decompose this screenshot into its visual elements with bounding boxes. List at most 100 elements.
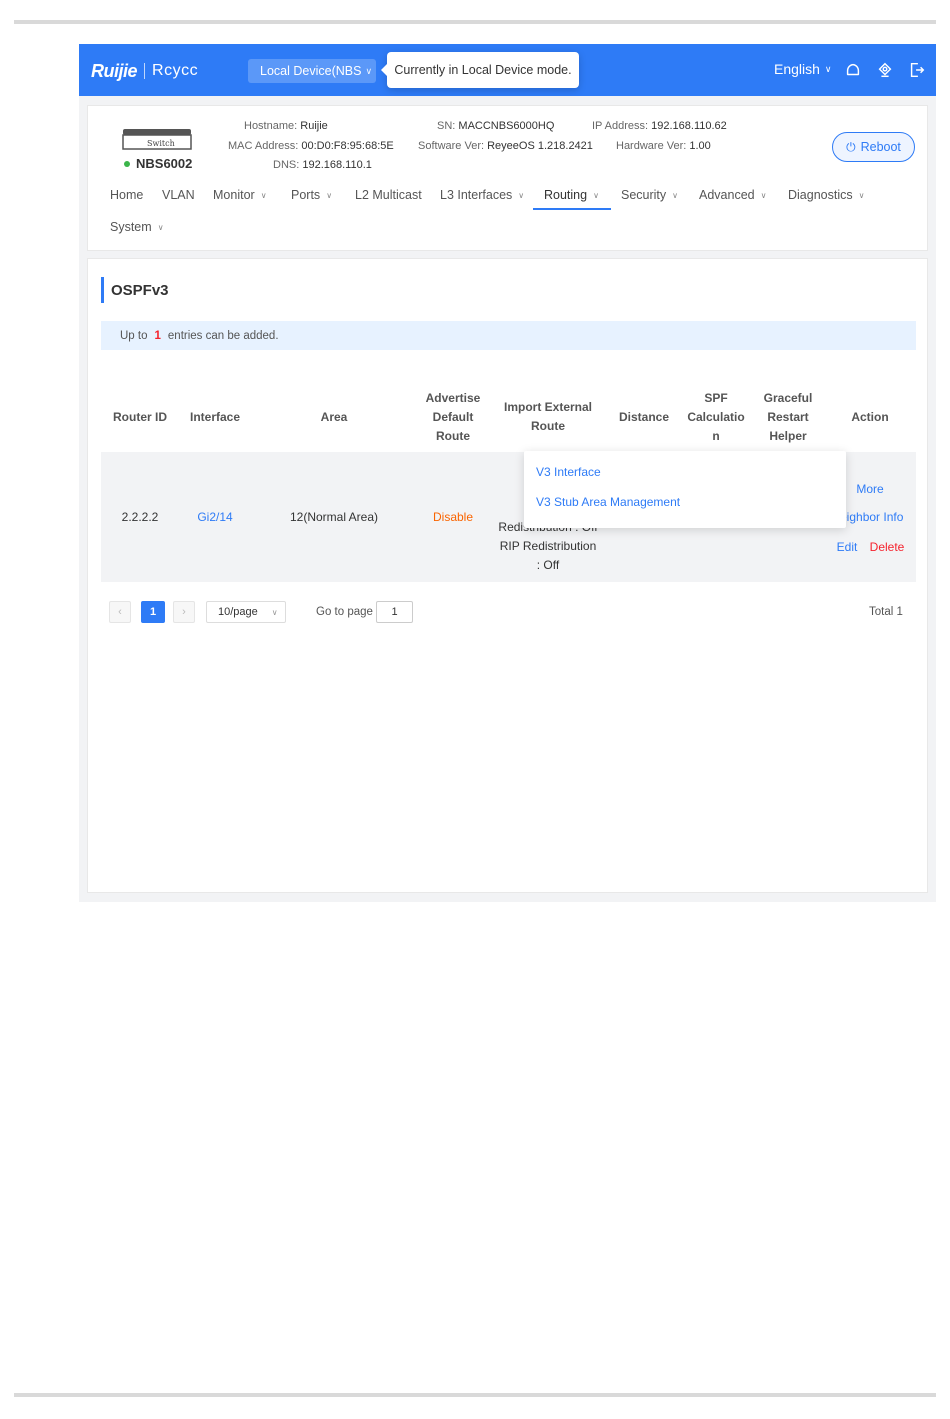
goto-page-input[interactable]: 1 <box>376 601 413 623</box>
nav-diagnostics[interactable]: Diagnostics ∨ <box>788 188 864 202</box>
hardware-info: Hardware Ver: 1.00 <box>616 140 711 152</box>
notice-suffix: entries can be added. <box>167 329 279 342</box>
more-link[interactable]: More <box>840 480 900 499</box>
power-icon: ⏻ <box>846 139 856 154</box>
ip-info: IP Address: 192.168.110.62 <box>592 120 727 132</box>
chevron-down-icon: ∨ <box>593 190 599 200</box>
nav-label: L2 Multicast <box>355 188 422 202</box>
nav-advanced[interactable]: Advanced ∨ <box>699 188 766 202</box>
menu-item-v3-stub-area-management[interactable]: V3 Stub Area Management <box>536 495 680 509</box>
neighbor-info-link[interactable]: eighbor Info <box>840 508 910 527</box>
chevron-down-icon: ∨ <box>858 190 865 200</box>
page-size-select[interactable]: 10/page ∨ <box>206 601 286 623</box>
chevron-down-icon: ∨ <box>760 190 767 200</box>
hostname-label: Hostname: <box>244 120 298 132</box>
nav-vlan[interactable]: VLAN <box>162 188 195 202</box>
delete-link[interactable]: Delete <box>868 538 906 557</box>
header-line: Calculatio <box>687 410 745 424</box>
nav-monitor[interactable]: Monitor ∨ <box>213 188 267 202</box>
top-divider <box>14 20 936 24</box>
header-line: Advertise <box>425 391 481 405</box>
nav-active-underline <box>533 208 611 210</box>
reboot-button[interactable]: ⏻ Reboot <box>832 132 915 162</box>
nav-label: VLAN <box>162 188 195 202</box>
nav-label: Monitor <box>213 188 255 202</box>
device-mode-tooltip-text: Currently in Local Device mode. <box>394 63 572 77</box>
header-spf-calculation: SPF Calculatio n <box>684 389 748 446</box>
language-select[interactable]: English ∨ <box>774 61 832 77</box>
chevron-down-icon: ∨ <box>672 190 679 200</box>
nav-ports[interactable]: Ports ∨ <box>291 188 332 202</box>
mac-value: 00:D0:F8:95:68:5E <box>301 140 394 152</box>
chevron-down-icon: ∨ <box>157 222 164 232</box>
interface-link[interactable]: Gi2/14 <box>185 508 245 527</box>
status-dot <box>124 160 130 167</box>
device-name-text: NBS6002 <box>136 156 193 171</box>
chevron-down-icon: ∨ <box>824 63 832 74</box>
bottom-divider <box>14 1393 936 1397</box>
menu-item-v3-interface[interactable]: V3 Interface <box>536 465 601 479</box>
ospfv3-panel: OSPFv3 Up to 1 entries can be added. Rou… <box>87 258 928 893</box>
chevron-down-icon: ∨ <box>365 65 373 76</box>
next-page-button[interactable]: › <box>173 601 195 623</box>
nav-label: Routing <box>544 188 588 202</box>
ip-value: 192.168.110.62 <box>651 120 727 132</box>
logo-divider <box>144 63 146 79</box>
chevron-down-icon: ∨ <box>518 190 525 200</box>
nav-security[interactable]: Security ∨ <box>621 188 678 202</box>
header-line: SPF <box>704 391 728 405</box>
device-name: NBS6002 <box>124 156 192 171</box>
header-line: Default <box>432 410 474 424</box>
nav-label: Diagnostics <box>788 188 853 202</box>
chevron-down-icon: ∨ <box>260 190 267 200</box>
cell-line: : Off <box>536 558 560 572</box>
nav-system[interactable]: System ∨ <box>110 220 164 234</box>
sn-label: SN: <box>437 120 456 132</box>
nav-label: L3 Interfaces <box>440 188 513 202</box>
prev-page-button[interactable]: ‹ <box>109 601 131 623</box>
hostname-value: Ruijie <box>300 120 328 132</box>
logout-icon[interactable] <box>907 60 927 80</box>
app-window: Ruijie Rcycc Local Device(NBS ∨ Currentl… <box>79 44 936 902</box>
chevron-down-icon: ∨ <box>271 607 278 617</box>
cloud-icon[interactable] <box>843 60 863 80</box>
header-line: Import External <box>503 400 593 414</box>
header-router-id: Router ID <box>113 410 167 424</box>
device-mode-tooltip: Currently in Local Device mode. <box>381 52 579 88</box>
mac-label: MAC Address: <box>228 140 299 152</box>
header-import-external-route: Import External Route <box>498 398 598 436</box>
header-action: Action <box>851 410 889 424</box>
cell-advertise-default-route: Disable <box>432 510 474 524</box>
nav-label: System <box>110 220 152 234</box>
sn-info: SN: MACCNBS6000HQ <box>437 120 554 132</box>
device-mode-select[interactable]: Local Device(NBS ∨ <box>248 59 376 83</box>
software-info: Software Ver: ReyeeOS 1.218.2421 <box>418 140 593 152</box>
goto-page-label: Go to page <box>316 606 373 618</box>
brand-logo: Ruijie Rcycc <box>91 61 198 81</box>
mac-info: MAC Address: 00:D0:F8:95:68:5E <box>228 140 394 152</box>
reyee-logo: Rcycc <box>152 62 199 79</box>
language-value: English <box>774 61 820 77</box>
dns-label: DNS: <box>273 159 300 171</box>
sn-value: MACCNBS6000HQ <box>458 120 555 132</box>
nav-home[interactable]: Home <box>110 188 143 202</box>
page-number-button[interactable]: 1 <box>141 601 165 623</box>
edit-link[interactable]: Edit <box>835 538 859 557</box>
header-graceful-restart-helper: Graceful Restart Helper <box>756 389 820 446</box>
notice-prefix: Up to <box>120 329 148 342</box>
nav-label: Security <box>621 188 667 202</box>
network-icon[interactable] <box>875 60 895 80</box>
ruijie-logo: Ruijie <box>91 60 138 81</box>
total-count: Total 1 <box>869 606 903 618</box>
nav-label: Ports <box>291 188 321 202</box>
notice-count: 1 <box>154 329 161 342</box>
title-accent-bar <box>101 277 104 303</box>
header-line: Route <box>531 419 565 433</box>
hardware-value: 1.00 <box>689 140 711 152</box>
nav-routing[interactable]: Routing ∨ <box>544 188 599 202</box>
nav-l2-multicast[interactable]: L2 Multicast <box>355 188 422 202</box>
header-interface: Interface <box>189 410 241 424</box>
header-line: n <box>712 429 720 443</box>
nav-l3-interfaces[interactable]: L3 Interfaces ∨ <box>440 188 524 202</box>
ip-label: IP Address: <box>592 120 649 132</box>
